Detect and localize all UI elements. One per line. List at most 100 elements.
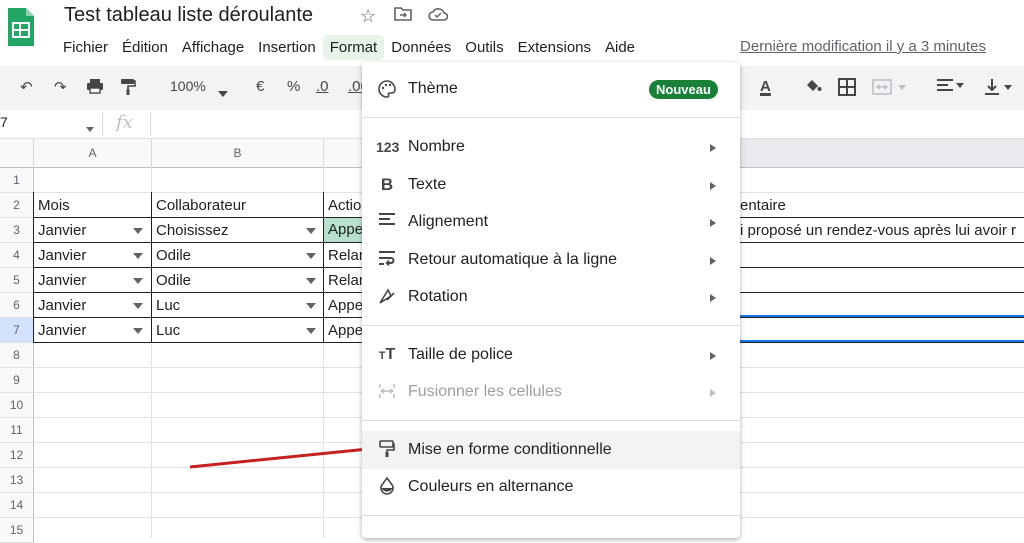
menu-separator	[362, 515, 740, 516]
row-header[interactable]: 9	[0, 368, 34, 393]
dropdown-arrow-icon[interactable]	[133, 228, 143, 234]
gridline	[33, 192, 34, 343]
print-icon[interactable]	[86, 78, 104, 98]
document-title[interactable]: Test tableau liste déroulante	[64, 4, 313, 27]
star-icon[interactable]: ☆	[360, 6, 376, 27]
menu-affichage[interactable]: Affichage	[175, 35, 251, 60]
dropdown-arrow-icon[interactable]	[133, 303, 143, 309]
percent-format-button[interactable]: %	[287, 78, 300, 95]
menu-outils[interactable]: Outils	[458, 35, 510, 60]
row-header[interactable]: 2	[0, 193, 34, 218]
menu-item-number[interactable]: 123 Nombre	[362, 128, 740, 166]
cell-c2[interactable]: Actio	[324, 197, 364, 214]
sheets-logo-icon[interactable]	[6, 6, 36, 48]
dropdown-arrow-icon[interactable]	[133, 328, 143, 334]
menu-item-wrap[interactable]: Retour automatique à la ligne	[362, 241, 740, 279]
align-icon[interactable]	[936, 78, 964, 98]
decrease-decimals-button[interactable]: .0	[316, 78, 329, 95]
vertical-align-icon[interactable]	[984, 78, 1014, 100]
currency-format-button[interactable]: €	[256, 78, 264, 95]
cloud-saved-icon[interactable]	[428, 6, 449, 27]
selection-border	[740, 315, 1024, 317]
name-box-dropdown-icon[interactable]	[86, 120, 94, 138]
cell-b2[interactable]: Collaborateur	[152, 197, 322, 214]
row-header[interactable]: 1	[0, 168, 34, 193]
cell-a2[interactable]: Mois	[34, 197, 150, 214]
menu-item-alignment[interactable]: Alignement	[362, 203, 740, 241]
menu-item-font-size[interactable]: TT Taille de police	[362, 336, 740, 374]
menu-edition[interactable]: Édition	[115, 35, 175, 60]
redo-icon[interactable]: ↷	[54, 78, 67, 96]
column-header-a[interactable]: A	[34, 139, 152, 168]
cell-b4[interactable]: Odile	[152, 247, 306, 264]
menu-item-rotation[interactable]: Rotation	[362, 278, 740, 316]
menu-insertion[interactable]: Insertion	[251, 35, 323, 60]
fill-color-icon[interactable]	[804, 78, 822, 98]
paint-format-icon[interactable]	[120, 78, 136, 100]
menu-item-merge-cells[interactable]: Fusionner les cellules	[362, 373, 740, 411]
alignment-label: Alignement	[408, 213, 489, 230]
submenu-arrow-icon	[710, 352, 716, 360]
cell-b6[interactable]: Luc	[152, 297, 306, 314]
dropdown-arrow-icon[interactable]	[306, 328, 316, 334]
menu-item-text[interactable]: B Texte	[362, 166, 740, 204]
borders-icon[interactable]	[838, 78, 856, 100]
menu-format[interactable]: Format	[322, 34, 385, 60]
row-header[interactable]: 10	[0, 393, 34, 418]
cell-c4[interactable]: Relar	[324, 247, 362, 264]
cell-b5[interactable]: Odile	[152, 272, 306, 289]
row-header-selected[interactable]: 7	[0, 318, 34, 343]
cell-c5[interactable]: Relar	[324, 272, 362, 289]
zoom-select[interactable]: 100%	[170, 78, 206, 94]
row-header[interactable]: 14	[0, 493, 34, 518]
submenu-arrow-icon	[710, 219, 716, 227]
menu-item-alternating-colors[interactable]: Couleurs en alternance	[362, 468, 740, 506]
undo-icon[interactable]: ↶	[20, 78, 33, 96]
menu-aide[interactable]: Aide	[598, 35, 642, 60]
column-header-b[interactable]: B	[152, 139, 324, 168]
menu-item-conditional-formatting[interactable]: Mise en forme conditionnelle	[362, 431, 740, 469]
dropdown-arrow-icon[interactable]	[306, 228, 316, 234]
row-header[interactable]: 11	[0, 418, 34, 443]
select-all-corner[interactable]	[0, 139, 34, 168]
column-header-e[interactable]	[740, 139, 1024, 168]
text-color-icon[interactable]: A	[760, 78, 771, 95]
dropdown-arrow-icon[interactable]	[306, 253, 316, 259]
row-header[interactable]: 4	[0, 243, 34, 268]
cell-b3[interactable]: Choisissez	[152, 222, 306, 239]
menu-donnees[interactable]: Données	[384, 35, 458, 60]
cell-c6[interactable]: Appe	[324, 297, 362, 314]
menu-fichier[interactable]: Fichier	[56, 35, 115, 60]
row-header[interactable]: 3	[0, 218, 34, 243]
dropdown-arrow-icon[interactable]	[133, 278, 143, 284]
menu-item-theme[interactable]: Thème Nouveau	[362, 70, 740, 108]
last-modified-link[interactable]: Dernière modification il y a 3 minutes	[740, 38, 986, 55]
row-header[interactable]: 12	[0, 443, 34, 468]
fx-label: fx	[116, 112, 133, 133]
menu-bar: Fichier Édition Affichage Insertion Form…	[56, 34, 642, 60]
cell-c7[interactable]: Appe	[324, 322, 362, 339]
dropdown-arrow-icon[interactable]	[306, 278, 316, 284]
row-header[interactable]: 5	[0, 268, 34, 293]
row-header[interactable]: 6	[0, 293, 34, 318]
move-folder-icon[interactable]	[394, 6, 412, 27]
cell-c3[interactable]: Appe	[324, 218, 362, 242]
new-badge: Nouveau	[649, 80, 718, 99]
cell-b7[interactable]: Luc	[152, 322, 306, 339]
annotation-arrow	[189, 447, 369, 469]
color-drop-icon	[376, 476, 398, 497]
row-header[interactable]: 8	[0, 343, 34, 368]
merge-cells-icon[interactable]	[872, 78, 908, 100]
row-header[interactable]: 13	[0, 468, 34, 493]
cell-e3[interactable]: i proposé un rendez-vous après lui avoir…	[740, 222, 1024, 239]
cell-e2[interactable]: entaire	[740, 197, 1020, 214]
name-box[interactable]: 7	[0, 114, 8, 130]
font-size-icon: TT	[378, 346, 396, 363]
dropdown-arrow-icon[interactable]	[133, 253, 143, 259]
row-header[interactable]: 15	[0, 518, 34, 543]
menu-extensions[interactable]: Extensions	[511, 35, 598, 60]
zoom-chevron-down-icon[interactable]	[218, 84, 228, 101]
dropdown-arrow-icon[interactable]	[306, 303, 316, 309]
font-size-label: Taille de police	[408, 346, 513, 363]
conditional-formatting-label: Mise en forme conditionnelle	[408, 441, 612, 458]
